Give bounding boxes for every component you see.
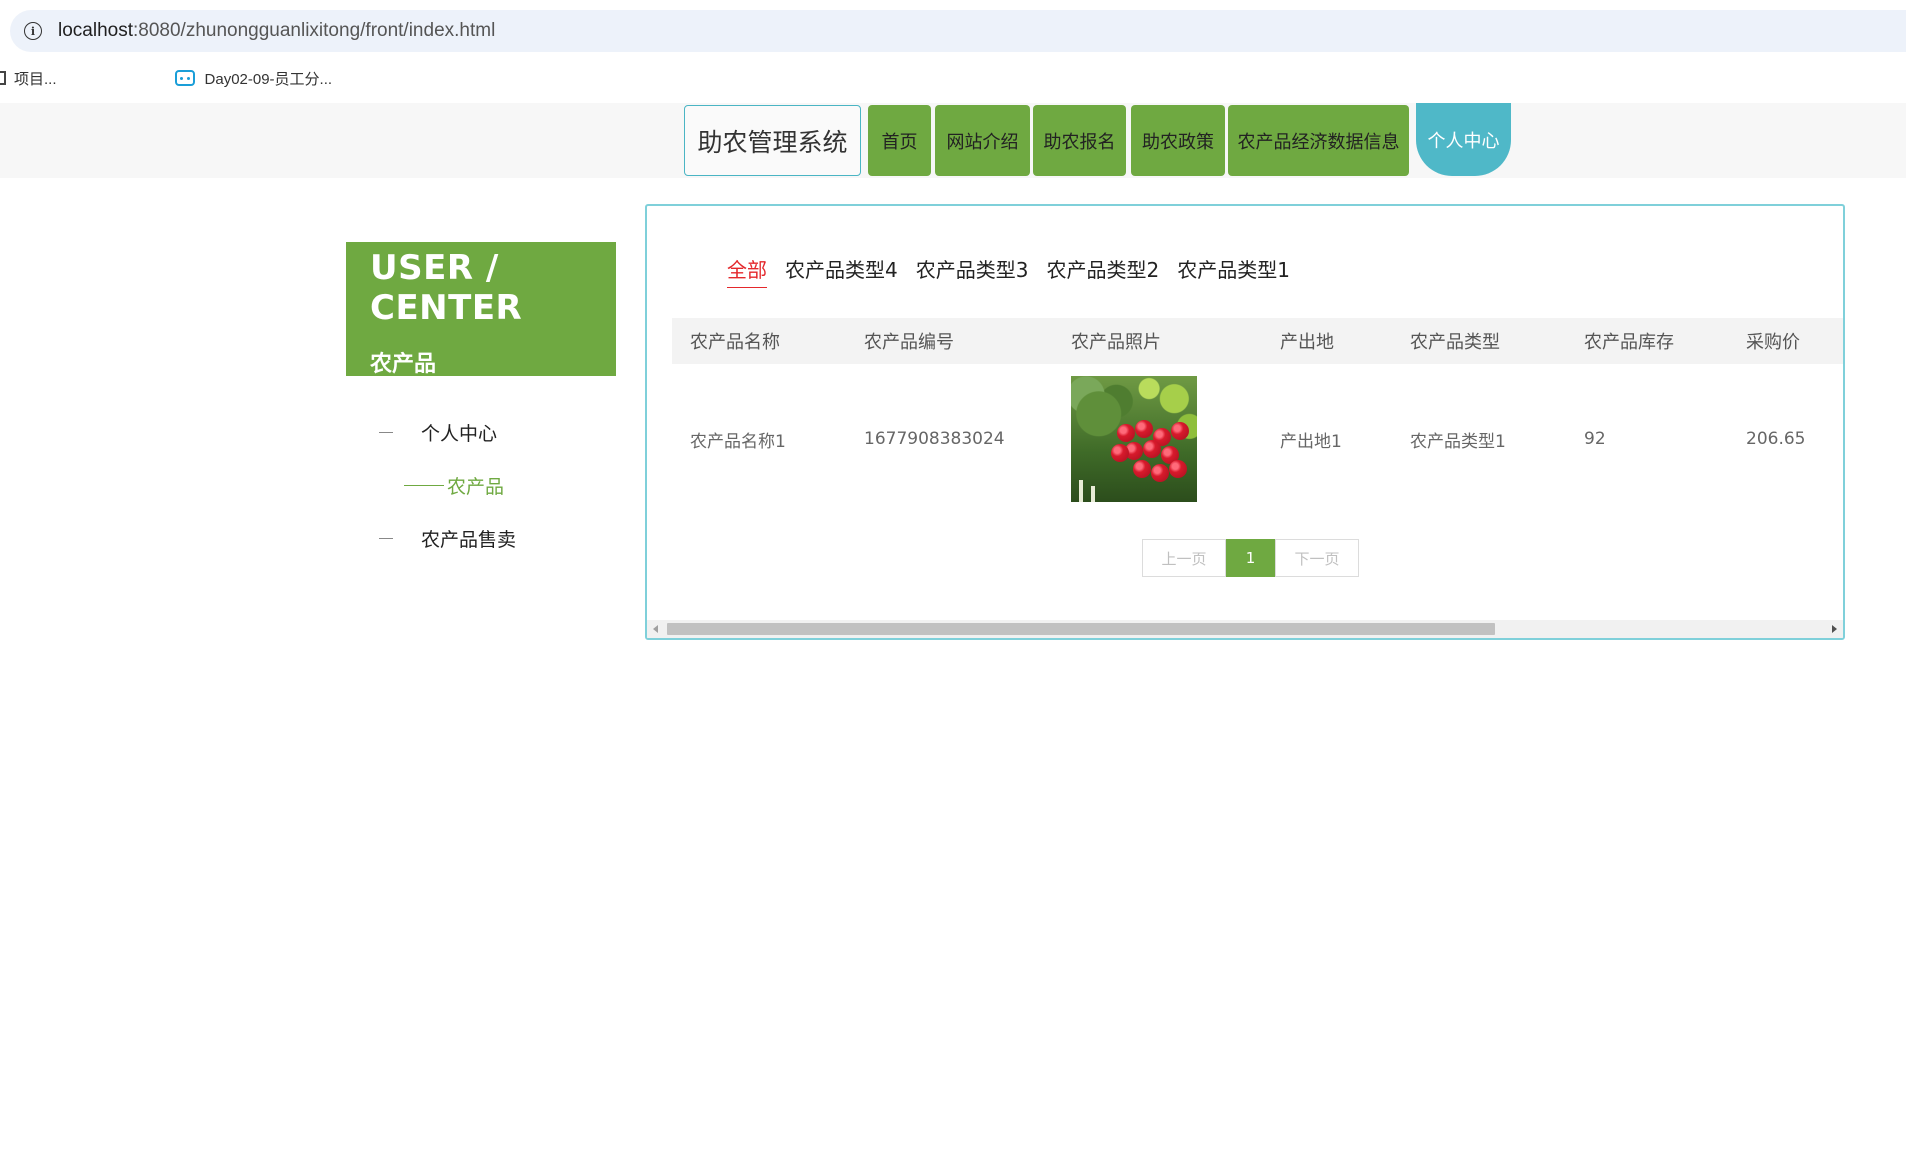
url-host: localhost <box>58 20 133 41</box>
bilibili-icon <box>174 70 195 86</box>
table-row[interactable]: 农产品名称1 1677908383024 产出地1 农产品类型1 92 206.… <box>672 364 1843 514</box>
radish-shape <box>1169 460 1187 478</box>
column-header: 农产品库存 <box>1584 332 1674 353</box>
category-tab-type3[interactable]: 农产品类型3 <box>916 254 1029 288</box>
category-tab-type4[interactable]: 农产品类型4 <box>785 254 898 288</box>
radish-shape <box>1111 444 1129 462</box>
bookmarks-bar: 项目... Day02-09-员工分... <box>0 62 1906 94</box>
stem-shape <box>1091 486 1095 502</box>
category-tabs: 全部 农产品类型4 农产品类型3 农产品类型2 农产品类型1 <box>727 254 1308 288</box>
nav-site-intro[interactable]: 网站介绍 <box>935 105 1030 176</box>
sidebar-title-en: USER / CENTER <box>370 248 523 328</box>
column-header: 农产品类型 <box>1410 332 1500 353</box>
cell-origin: 产出地1 <box>1280 431 1342 452</box>
radish-shape <box>1151 464 1169 482</box>
bookmark-projects[interactable]: 项目... <box>0 68 57 89</box>
radish-shape <box>1135 420 1153 438</box>
column-header: 产出地 <box>1280 332 1334 353</box>
table-header: 农产品名称 农产品编号 农产品照片 产出地 农产品类型 农产品库存 采购价 <box>672 318 1843 364</box>
site-brand[interactable]: 助农管理系统 <box>684 105 861 176</box>
sidebar-item-user-center[interactable]: 个人中心 <box>346 406 616 459</box>
scrollbar-thumb[interactable] <box>667 623 1495 635</box>
next-page-button[interactable]: 下一页 <box>1275 539 1359 577</box>
pagination: 上一页 1 下一页 <box>1142 539 1359 577</box>
dash-marker <box>379 538 393 539</box>
address-bar[interactable]: i localhost:8080/zhunongguanlixitong/fro… <box>10 10 1906 52</box>
sidebar-item-label: 农产品售卖 <box>421 529 517 551</box>
cell-stock: 92 <box>1584 429 1606 449</box>
nav-signup[interactable]: 助农报名 <box>1033 105 1126 176</box>
column-header: 采购价 <box>1746 332 1800 353</box>
folder-icon <box>0 71 6 85</box>
radish-shape <box>1143 440 1161 458</box>
prev-page-button[interactable]: 上一页 <box>1142 539 1226 577</box>
nav-home[interactable]: 首页 <box>868 105 931 176</box>
category-tab-all[interactable]: 全部 <box>727 254 767 288</box>
category-tab-type1[interactable]: 农产品类型1 <box>1177 254 1290 288</box>
site-info-icon[interactable]: i <box>24 22 42 40</box>
nav-economic-data[interactable]: 农产品经济数据信息 <box>1228 105 1409 176</box>
cell-type: 农产品类型1 <box>1410 431 1506 452</box>
products-table: 农产品名称 农产品编号 农产品照片 产出地 农产品类型 农产品库存 采购价 农产… <box>672 318 1843 514</box>
column-header: 农产品照片 <box>1071 332 1161 353</box>
dash-marker <box>379 432 393 433</box>
site-header: 助农管理系统 首页 网站介绍 助农报名 助农政策 农产品经济数据信息 个人中心 <box>0 103 1906 178</box>
sidebar-item-label: 个人中心 <box>421 423 498 445</box>
column-header: 农产品编号 <box>864 332 954 353</box>
radish-shape <box>1171 422 1189 440</box>
horizontal-scrollbar[interactable] <box>647 620 1843 638</box>
sidebar-item-product-sales[interactable]: 农产品售卖 <box>346 512 616 565</box>
bookmark-label: 项目... <box>14 70 57 88</box>
nav-policy[interactable]: 助农政策 <box>1131 105 1225 176</box>
cell-name: 农产品名称1 <box>690 431 786 452</box>
products-panel: 全部 农产品类型4 农产品类型3 农产品类型2 农产品类型1 农产品名称 农产品… <box>645 204 1845 640</box>
stem-shape <box>1079 480 1083 502</box>
sidebar-title-box: USER / CENTER 农产品 <box>346 242 616 377</box>
scroll-right-arrow-icon[interactable] <box>1832 625 1837 633</box>
nav-user-center[interactable]: 个人中心 <box>1416 103 1511 176</box>
page-1-button[interactable]: 1 <box>1226 539 1275 577</box>
column-header: 农产品名称 <box>690 332 780 353</box>
cell-price: 206.65 <box>1746 429 1806 449</box>
product-photo[interactable] <box>1071 376 1197 502</box>
url-path: :8080/zhunongguanlixitong/front/index.ht… <box>133 20 496 41</box>
scroll-left-arrow-icon[interactable] <box>653 625 658 633</box>
bookmark-label: Day02-09-员工分... <box>204 70 333 88</box>
radish-shape <box>1117 424 1135 442</box>
category-tab-type2[interactable]: 农产品类型2 <box>1046 254 1159 288</box>
sidebar-item-label: 农产品 <box>447 476 505 498</box>
cell-code: 1677908383024 <box>864 429 1005 449</box>
radish-shape <box>1133 460 1151 478</box>
cell-photo <box>1053 376 1262 502</box>
sidebar-title-cn: 农产品 <box>370 352 437 377</box>
url-text[interactable]: localhost:8080/zhunongguanlixitong/front… <box>58 20 495 42</box>
sidebar-menu: 个人中心 农产品 农产品售卖 <box>346 406 616 565</box>
sidebar-item-products[interactable]: 农产品 <box>346 459 616 512</box>
bookmark-day02[interactable]: Day02-09-员工分... <box>87 68 333 89</box>
dash-marker <box>404 485 444 486</box>
